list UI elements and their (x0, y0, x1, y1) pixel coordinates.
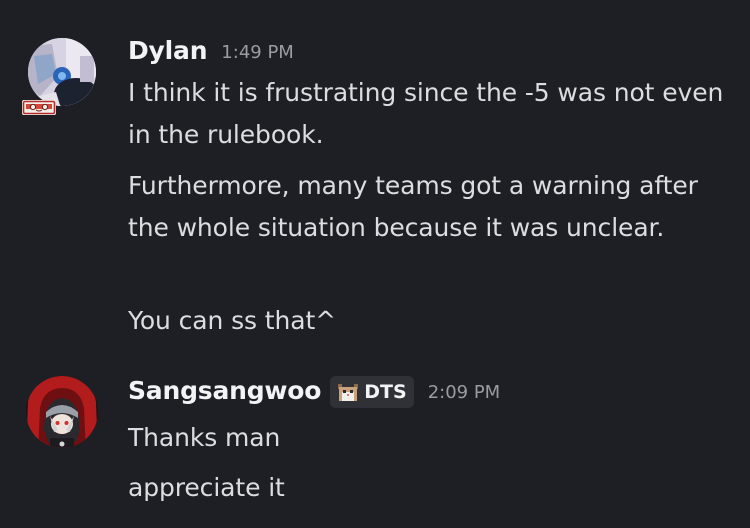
message-text: You can ss that^ (128, 306, 337, 335)
message-text: Thanks man (128, 423, 281, 452)
server-tag-text: DTS (364, 381, 407, 403)
dylan-avatar[interactable] (22, 36, 102, 116)
sangsangwoo-avatar[interactable] (22, 372, 102, 452)
timestamp[interactable]: 2:09 PM (428, 382, 501, 403)
message-header: Dylan 1:49 PM (128, 30, 294, 70)
chat-messages: Dylan 1:49 PM I think it is frustrating … (0, 0, 750, 528)
server-tag-badge[interactable]: DTS (330, 376, 414, 408)
timestamp[interactable]: 1:49 PM (221, 42, 294, 63)
username[interactable]: Sangsangwoo (128, 376, 321, 405)
message-header: Sangsangwoo DTS 2:09 PM (128, 370, 500, 410)
username[interactable]: Dylan (128, 36, 207, 65)
message-text: I think it is frustrating since the -5 w… (128, 78, 724, 149)
message-text: appreciate it (128, 473, 285, 502)
message-text: Furthermore, many teams got a warning af… (128, 171, 698, 242)
cat-icon (338, 384, 359, 401)
cassette-badge-icon (22, 100, 56, 115)
